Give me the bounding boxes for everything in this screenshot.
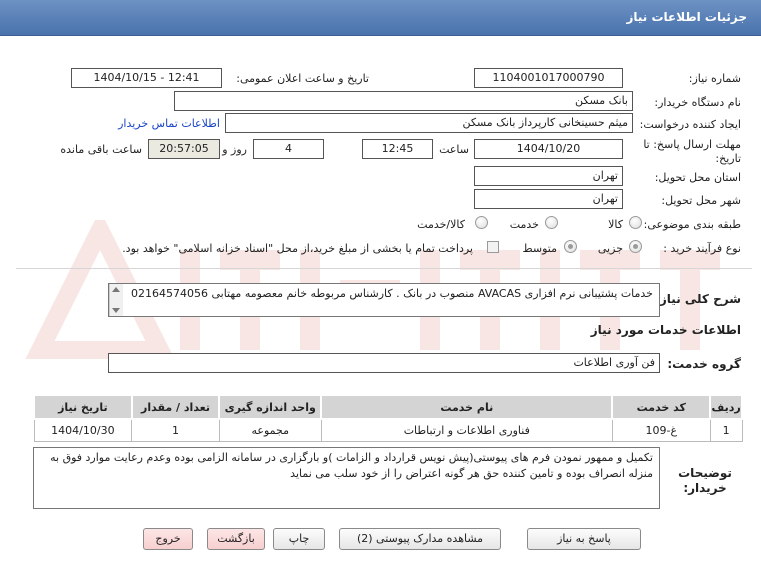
services-table: تاریخ نیاز تعداد / مقدار واحد اندازه گیر… xyxy=(33,394,743,442)
province-label: استان محل تحویل: xyxy=(654,171,741,184)
cell-quantity: 1 xyxy=(131,418,220,442)
deadline-date-field: 1404/10/20 xyxy=(474,139,623,159)
page-title: جزئیات اطلاعات نیاز xyxy=(626,10,747,24)
cell-service-code: غ-109 xyxy=(611,418,711,442)
exit-button[interactable]: خروج xyxy=(143,528,193,550)
deadline-time-field: 12:45 xyxy=(362,139,433,159)
col-quantity: تعداد / مقدار xyxy=(130,394,221,420)
category-label: طبقه بندی موضوعی: xyxy=(643,218,741,231)
col-service-code: کد خدمت xyxy=(611,394,712,420)
scroll-up-icon[interactable] xyxy=(112,287,120,292)
buyer-org-label: نام دستگاه خریدار: xyxy=(654,96,741,109)
print-button[interactable]: چاپ xyxy=(273,528,325,550)
cell-service-name: فناوری اطلاعات و ارتباطات xyxy=(320,418,613,442)
services-section-title: اطلاعات خدمات مورد نیاز xyxy=(590,323,741,337)
days-field: 4 xyxy=(253,139,324,159)
buyer-contact-link[interactable]: اطلاعات تماس خریدار xyxy=(118,117,220,130)
category-option-both-radio[interactable] xyxy=(475,216,488,229)
description-scrollbar[interactable] xyxy=(109,284,123,316)
scroll-down-icon[interactable] xyxy=(112,308,120,313)
treasury-payment-checkbox[interactable] xyxy=(487,241,499,253)
table-row: 1404/10/30 1 مجموعه فناوری اطلاعات و ارت… xyxy=(33,418,743,442)
deadline-time-label: ساعت xyxy=(439,143,469,156)
table-header-row: تاریخ نیاز تعداد / مقدار واحد اندازه گیر… xyxy=(33,394,743,420)
process-label: نوع فرآیند خرید : xyxy=(663,242,741,255)
back-button[interactable]: بازگشت xyxy=(207,528,265,550)
section-divider xyxy=(16,268,752,269)
service-group-label: گروه خدمت: xyxy=(667,357,741,371)
creator-label: ایجاد کننده درخواست: xyxy=(639,118,741,131)
need-number-field: 1104001017000790 xyxy=(474,68,623,88)
col-need-date: تاریخ نیاز xyxy=(33,394,133,420)
reply-button[interactable]: پاسخ به نیاز xyxy=(527,528,641,550)
process-option-medium-label: متوسط xyxy=(522,242,557,255)
buyer-org-field: بانک مسکن xyxy=(174,91,633,111)
page-header: جزئیات اطلاعات نیاز xyxy=(0,0,761,36)
description-textarea: خدمات پشتیبانی نرم افزاری AVACAS منصوب د… xyxy=(108,283,660,317)
category-option-goods-radio[interactable] xyxy=(629,216,642,229)
col-unit: واحد اندازه گیری xyxy=(218,394,323,420)
category-option-goods-label: کالا xyxy=(608,218,623,231)
treasury-payment-note: پرداخت تمام یا بخشی از مبلغ خرید،از محل … xyxy=(122,242,473,255)
days-label: روز و xyxy=(222,143,247,156)
announce-date-label: تاریخ و ساعت اعلان عمومی: xyxy=(236,72,369,85)
cell-row: 1 xyxy=(709,418,743,442)
deadline-label: مهلت ارسال پاسخ: تا تاریخ: xyxy=(643,138,741,165)
province-field: تهران xyxy=(474,166,623,186)
category-option-both-label: کالا/خدمت xyxy=(417,218,465,231)
cell-need-date: 1404/10/30 xyxy=(33,418,133,442)
process-option-minor-label: جزیی xyxy=(597,242,623,255)
city-field: تهران xyxy=(474,189,623,209)
buyer-notes-textarea: تکمیل و ممهور نمودن فرم های پیوستی(پیش ن… xyxy=(33,447,660,509)
category-option-service-label: خدمت xyxy=(509,218,539,231)
need-number-label: شماره نیاز: xyxy=(688,72,741,85)
category-option-service-radio[interactable] xyxy=(545,216,558,229)
service-group-field: فن آوری اطلاعات xyxy=(108,353,660,373)
description-text: خدمات پشتیبانی نرم افزاری AVACAS منصوب د… xyxy=(130,287,653,300)
col-service-name: نام خدمت xyxy=(320,394,614,420)
buyer-notes-label: توضیحات خریدار: xyxy=(678,466,732,495)
view-attachments-button[interactable]: مشاهده مدارک پیوستی (2) xyxy=(339,528,501,550)
buyer-notes-text: تکمیل و ممهور نمودن فرم های پیوستی(پیش ن… xyxy=(50,451,653,480)
remaining-time-label: ساعت باقی مانده xyxy=(60,143,142,156)
process-option-minor-radio[interactable] xyxy=(629,240,642,253)
remaining-time-field: 20:57:05 xyxy=(148,139,220,159)
creator-field: میثم حسینخانی کارپرداز بانک مسکن xyxy=(225,113,633,133)
process-option-medium-radio[interactable] xyxy=(564,240,577,253)
description-label: شرح کلی نیاز: xyxy=(655,292,741,306)
cell-unit: مجموعه xyxy=(218,418,322,442)
announce-date-field: 1404/10/15 - 12:41 xyxy=(71,68,222,88)
city-label: شهر محل تحویل: xyxy=(661,194,741,207)
col-row: ردیف xyxy=(709,394,743,420)
